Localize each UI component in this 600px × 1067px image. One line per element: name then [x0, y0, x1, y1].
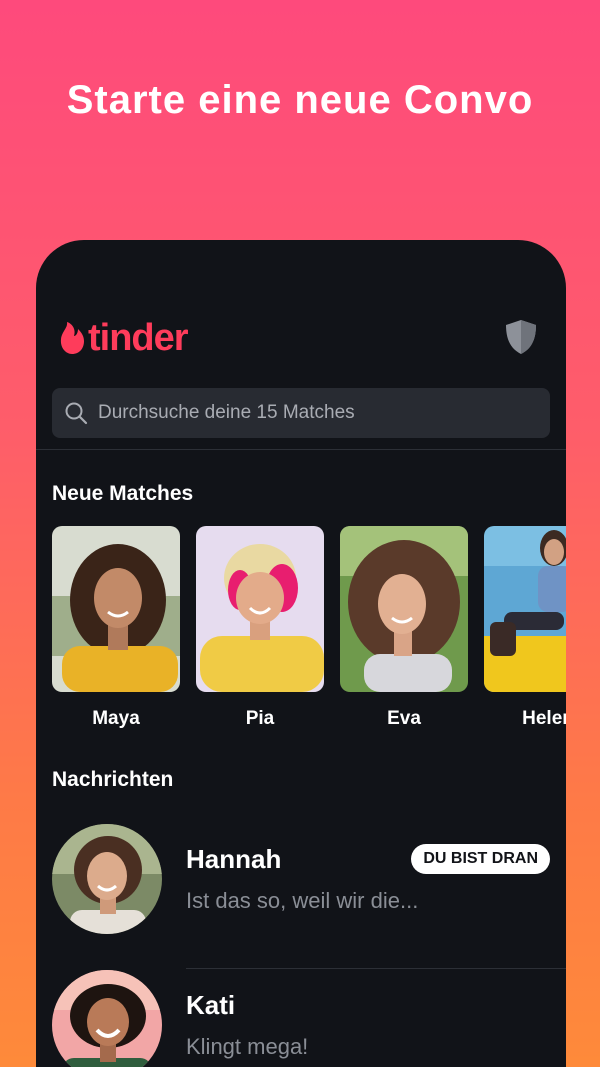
match-name: Helen	[522, 708, 566, 729]
message-sender: Kati	[186, 990, 236, 1020]
search-bar[interactable]	[52, 388, 550, 438]
message-preview: Klingt mega!	[186, 1034, 309, 1059]
match-photo	[484, 526, 566, 692]
match-photo	[340, 526, 468, 692]
flame-icon	[60, 322, 84, 354]
message-sender: Hannah	[186, 844, 282, 874]
message-preview: Ist das so, weil wir die...	[186, 888, 419, 913]
tinder-logo[interactable]: tinder	[58, 316, 189, 360]
match-name: Maya	[92, 708, 140, 729]
match-photo	[52, 526, 180, 692]
page-headline: Starte eine neue Convo	[66, 78, 534, 122]
match-name: Eva	[387, 708, 421, 729]
avatar	[52, 970, 162, 1067]
shield-icon[interactable]	[504, 318, 538, 356]
match-card[interactable]: Maya	[52, 526, 180, 730]
match-name: Pia	[245, 708, 275, 729]
message-row[interactable]: Hannah Ist das so, weil wir die... DU BI…	[52, 824, 566, 944]
search-icon	[65, 402, 88, 425]
avatar	[52, 824, 162, 934]
message-row[interactable]: Kati Klingt mega!	[52, 970, 566, 1067]
new-matches-carousel[interactable]: Maya Pia Eva Hele	[52, 526, 566, 730]
match-card[interactable]: Eva	[340, 526, 468, 730]
messages-title: Nachrichten	[52, 768, 174, 791]
new-matches-title: Neue Matches	[52, 482, 194, 505]
top-bar: tinder	[58, 316, 538, 360]
divider	[186, 968, 566, 969]
divider	[36, 449, 566, 450]
match-photo	[196, 526, 324, 692]
logo-wordmark: tinder	[88, 316, 189, 359]
your-turn-badge: DU BIST DRAN	[411, 844, 550, 874]
match-card[interactable]: Helen	[484, 526, 566, 730]
match-card[interactable]: Pia	[196, 526, 324, 730]
phone-screen: tinder Neue Matches	[36, 240, 566, 1067]
search-input[interactable]	[98, 402, 518, 424]
